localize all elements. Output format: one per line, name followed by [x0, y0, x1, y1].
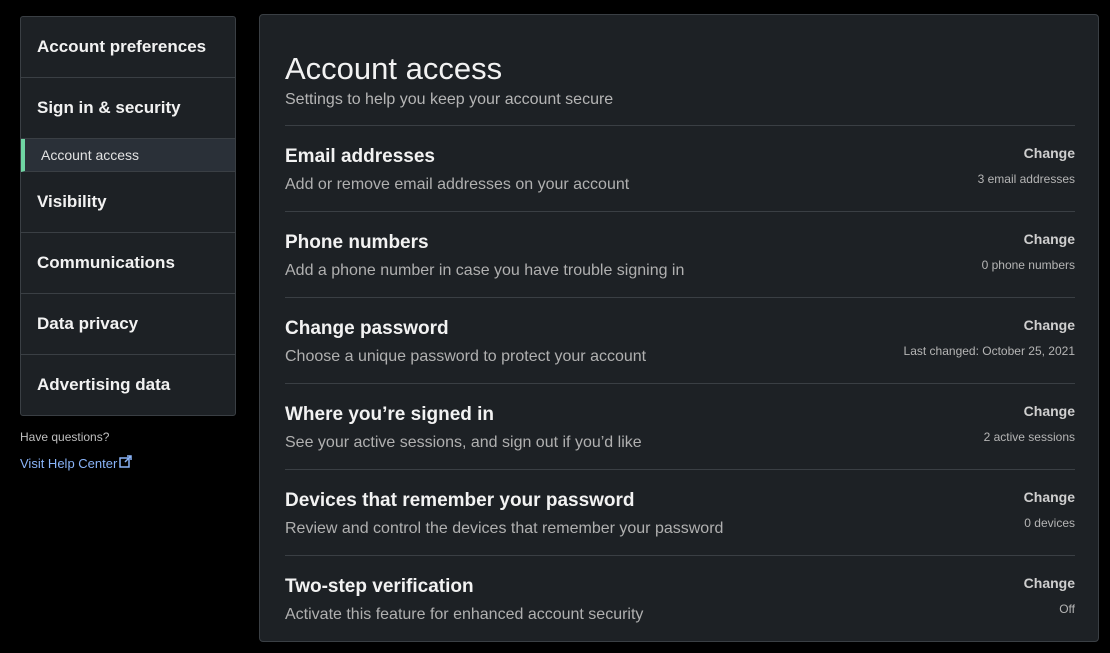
page-title: Account access — [285, 51, 503, 86]
sidebar-item-visibility[interactable]: Visibility — [21, 172, 235, 233]
setting-row-change-password[interactable]: Change password Choose a unique password… — [285, 297, 1075, 383]
settings-sidebar: Account preferences Sign in & security A… — [20, 16, 236, 416]
setting-row-email-addresses[interactable]: Email addresses Add or remove email addr… — [285, 125, 1075, 211]
setting-description: Add or remove email addresses on your ac… — [285, 176, 630, 193]
sidebar-item-label: Advertising data — [37, 375, 171, 394]
change-button[interactable]: Change — [1024, 317, 1075, 333]
setting-title: Change password — [285, 318, 449, 339]
setting-status: 0 devices — [1024, 516, 1075, 530]
external-link-icon — [119, 455, 133, 468]
sidebar-item-data-privacy[interactable]: Data privacy — [21, 294, 235, 355]
sidebar-item-label: Visibility — [37, 192, 107, 211]
change-button[interactable]: Change — [1024, 575, 1075, 591]
setting-title: Devices that remember your password — [285, 490, 635, 511]
setting-status: 2 active sessions — [983, 430, 1075, 444]
change-button[interactable]: Change — [1024, 489, 1075, 505]
help-section: Have questions? Visit Help Center — [20, 430, 133, 471]
setting-row-phone-numbers[interactable]: Phone numbers Add a phone number in case… — [285, 211, 1075, 297]
sidebar-item-label: Account preferences — [37, 37, 207, 56]
sidebar-item-account-preferences[interactable]: Account preferences — [21, 17, 235, 78]
visit-help-center-link[interactable]: Visit Help Center — [20, 455, 133, 471]
help-link-label: Visit Help Center — [20, 456, 118, 471]
setting-description: Add a phone number in case you have trou… — [285, 262, 685, 279]
sidebar-item-sign-in-security[interactable]: Sign in & security — [21, 78, 235, 139]
sidebar-item-advertising-data[interactable]: Advertising data — [21, 355, 235, 415]
setting-status: 3 email addresses — [977, 172, 1075, 186]
setting-row-signed-in[interactable]: Where you’re signed in See your active s… — [285, 383, 1075, 469]
setting-description: Activate this feature for enhanced accou… — [285, 606, 644, 623]
page-subtitle: Settings to help you keep your account s… — [285, 91, 614, 108]
sidebar-item-label: Communications — [37, 253, 175, 272]
setting-row-two-step-verification[interactable]: Two-step verification Activate this feat… — [285, 555, 1075, 641]
setting-status: 0 phone numbers — [981, 258, 1075, 272]
sidebar-item-label: Data privacy — [37, 314, 139, 333]
settings-list: Email addresses Add or remove email addr… — [285, 125, 1075, 641]
change-button[interactable]: Change — [1024, 231, 1075, 247]
setting-title: Where you’re signed in — [285, 404, 495, 425]
setting-description: See your active sessions, and sign out i… — [285, 434, 642, 451]
setting-title: Phone numbers — [285, 232, 429, 253]
setting-description: Review and control the devices that reme… — [285, 520, 724, 537]
setting-status: Off — [1059, 602, 1075, 616]
main-panel: Account access Settings to help you keep… — [259, 14, 1099, 642]
sidebar-subitem-account-access[interactable]: Account access — [21, 139, 235, 172]
help-question: Have questions? — [20, 430, 110, 444]
setting-title: Two-step verification — [285, 576, 474, 597]
change-button[interactable]: Change — [1024, 403, 1075, 419]
sidebar-item-label: Sign in & security — [37, 98, 181, 117]
sidebar-subitem-label: Account access — [41, 147, 140, 163]
setting-status: Last changed: October 25, 2021 — [903, 344, 1075, 358]
sidebar-item-communications[interactable]: Communications — [21, 233, 235, 294]
change-button[interactable]: Change — [1024, 145, 1075, 161]
setting-description: Choose a unique password to protect your… — [285, 348, 647, 365]
setting-row-remembered-devices[interactable]: Devices that remember your password Revi… — [285, 469, 1075, 555]
setting-title: Email addresses — [285, 146, 435, 167]
